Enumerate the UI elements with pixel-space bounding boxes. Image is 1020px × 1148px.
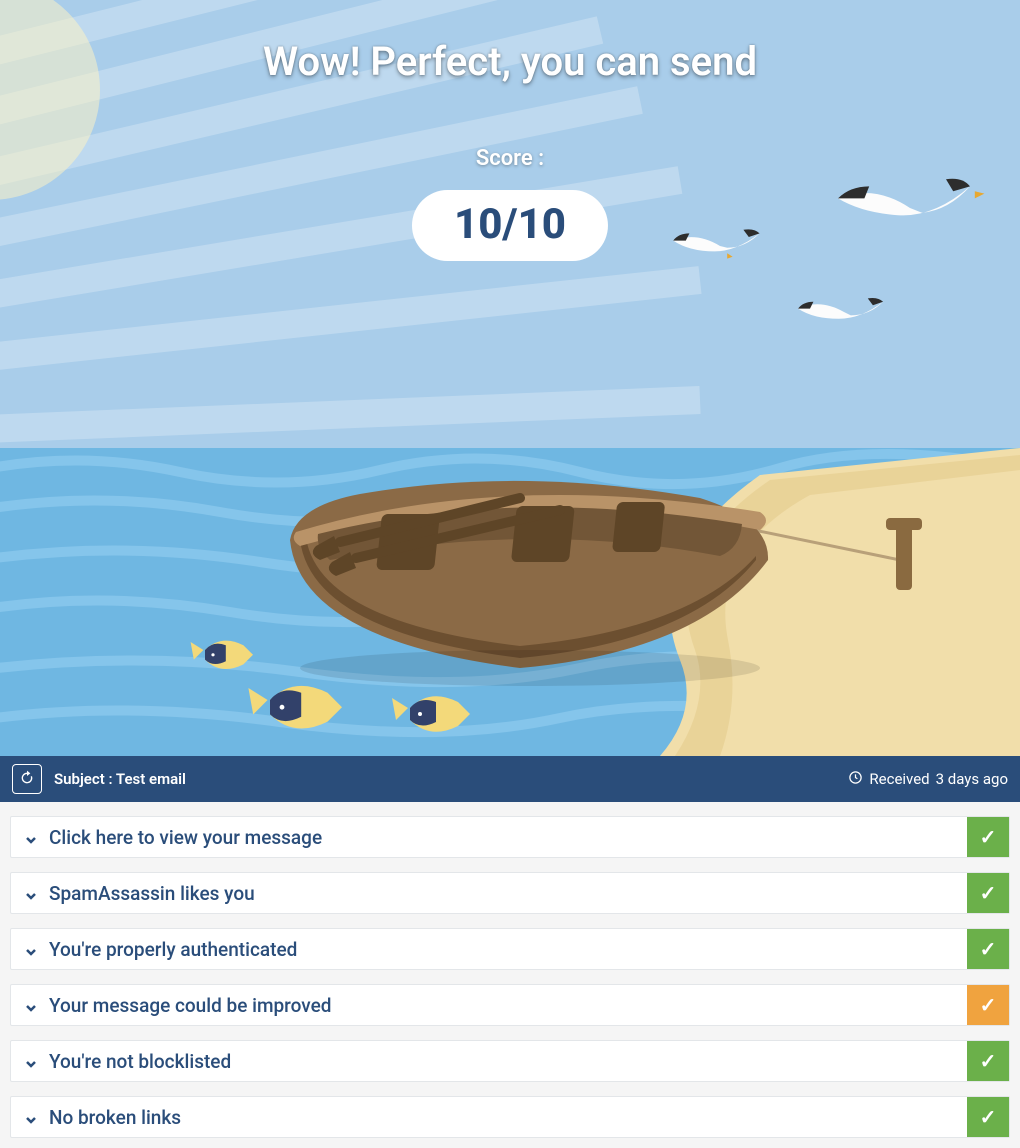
results-accordion: Click here to view your message ✓ SpamAs… — [0, 802, 1020, 1142]
status-badge-ok: ✓ — [967, 817, 1009, 857]
status-badge-ok: ✓ — [967, 1097, 1009, 1137]
accordion-row-links[interactable]: No broken links ✓ — [10, 1096, 1010, 1138]
status-badge-ok: ✓ — [967, 929, 1009, 969]
status-badge-ok: ✓ — [967, 873, 1009, 913]
hero-banner: Wow! Perfect, you can send Score : 10/10 — [0, 0, 1020, 756]
subject-text: Subject : Test email — [54, 770, 186, 788]
subject-value: Test email — [116, 770, 186, 788]
accordion-row-blocklist[interactable]: You're not blocklisted ✓ — [10, 1040, 1010, 1082]
accordion-title: You're not blocklisted — [49, 1050, 231, 1073]
accordion-title: Your message could be improved — [49, 994, 331, 1017]
accordion-row-view-message[interactable]: Click here to view your message ✓ — [10, 816, 1010, 858]
check-icon: ✓ — [980, 881, 997, 905]
chevron-down-icon — [25, 887, 37, 899]
score-label: Score : — [0, 146, 1020, 171]
accordion-title: Click here to view your message — [49, 826, 322, 849]
refresh-button[interactable] — [12, 764, 42, 794]
chevron-down-icon — [25, 1111, 37, 1123]
received-info: Received 3 days ago — [848, 770, 1008, 789]
accordion-title: SpamAssassin likes you — [49, 882, 255, 905]
chevron-down-icon — [25, 831, 37, 843]
check-icon: ✓ — [980, 1105, 997, 1129]
received-value: 3 days ago — [936, 770, 1008, 788]
check-icon: ✓ — [980, 1049, 997, 1073]
check-icon: ✓ — [980, 825, 997, 849]
score-value-pill: 10/10 — [412, 190, 608, 261]
accordion-title: You're properly authenticated — [49, 938, 297, 961]
status-badge-ok: ✓ — [967, 1041, 1009, 1081]
hero-scene-illustration — [0, 0, 1020, 756]
subject-bar: Subject : Test email Received 3 days ago — [0, 756, 1020, 802]
hero-title: Wow! Perfect, you can send — [0, 38, 1020, 85]
check-icon: ✓ — [980, 993, 997, 1017]
chevron-down-icon — [25, 1055, 37, 1067]
accordion-title: No broken links — [49, 1106, 181, 1129]
chevron-down-icon — [25, 999, 37, 1011]
chevron-down-icon — [25, 943, 37, 955]
status-badge-warn: ✓ — [967, 985, 1009, 1025]
clock-icon — [848, 770, 863, 789]
accordion-row-spamassassin[interactable]: SpamAssassin likes you ✓ — [10, 872, 1010, 914]
received-prefix: Received — [869, 770, 929, 788]
check-icon: ✓ — [980, 937, 997, 961]
refresh-icon — [19, 770, 35, 789]
subject-prefix: Subject : — [54, 770, 116, 788]
accordion-row-authenticated[interactable]: You're properly authenticated ✓ — [10, 928, 1010, 970]
accordion-row-could-improve[interactable]: Your message could be improved ✓ — [10, 984, 1010, 1026]
